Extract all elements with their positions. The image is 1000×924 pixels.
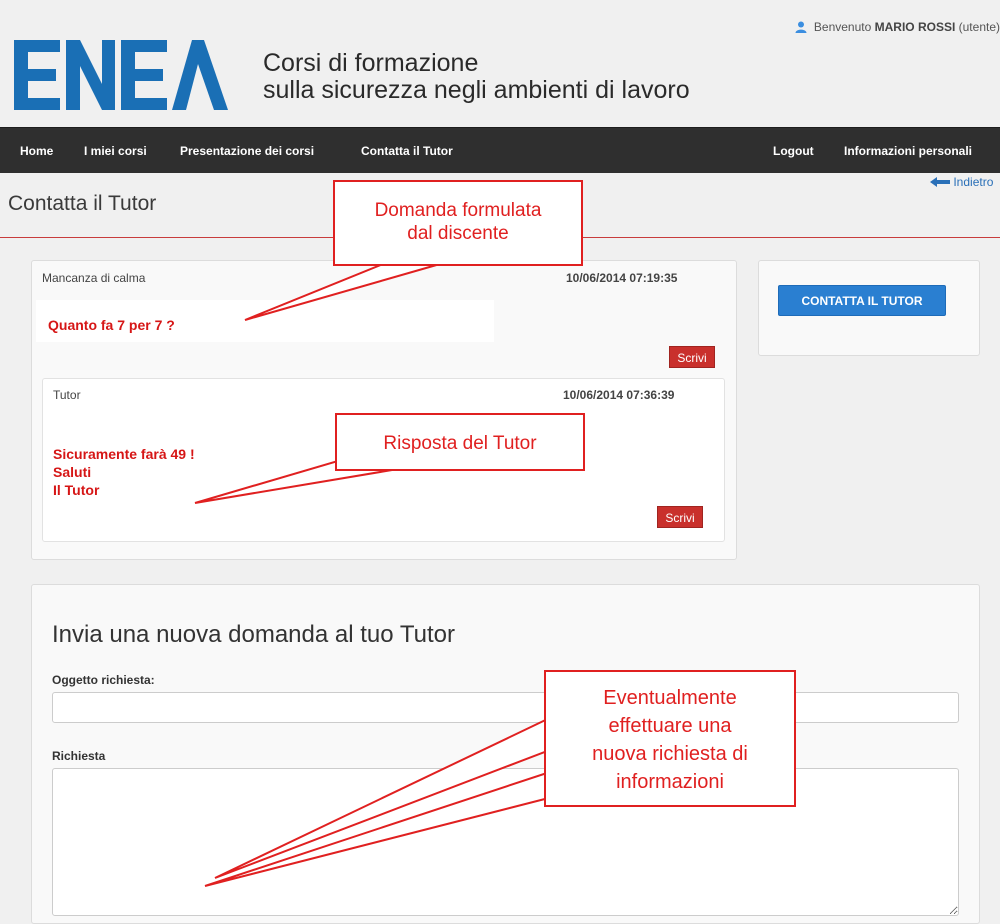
user-icon — [795, 21, 807, 33]
reply-line-1: Sicuramente farà 49 ! — [53, 446, 195, 462]
nav-home[interactable]: Home — [20, 128, 53, 174]
question-callout-line2: dal discente — [407, 223, 509, 244]
reply-callout-text: Risposta del Tutor — [383, 433, 537, 454]
reply-callout: Risposta del Tutor — [335, 413, 585, 471]
request-textarea[interactable] — [52, 768, 959, 916]
nav-courses-presentation[interactable]: Presentazione dei corsi — [180, 128, 314, 174]
subject-input[interactable] — [52, 692, 959, 723]
welcome-message: Benvenuto MARIO ROSSI (utente) — [794, 20, 1000, 34]
nav-contact-tutor[interactable]: Contatta il Tutor — [361, 128, 453, 174]
user-role: (utente) — [958, 20, 1000, 34]
question-subject: Mancanza di calma — [42, 271, 146, 285]
nav-logout[interactable]: Logout — [773, 128, 814, 174]
question-callout-line1: Domanda formulata — [374, 200, 542, 221]
request-callout-line1: Eventualmente — [603, 687, 737, 709]
reply-date: 10/06/2014 07:36:39 — [563, 388, 675, 402]
user-name: MARIO ROSSI — [874, 20, 956, 34]
form-title: Invia una nuova domanda al tuo Tutor — [52, 621, 455, 648]
question-callout: Domanda formulata dal discente — [333, 180, 583, 266]
question-body: Quanto fa 7 per 7 ? — [36, 300, 494, 342]
enea-logo — [14, 40, 228, 110]
back-link[interactable]: Indietro — [930, 175, 993, 189]
reply-author: Tutor — [53, 388, 81, 402]
main-navbar: Home I miei corsi Presentazione dei cors… — [0, 127, 1000, 173]
page-title: Contatta il Tutor — [8, 192, 157, 215]
reply-line-2: Saluti — [53, 464, 92, 480]
request-callout: Eventualmente effettuare una nuova richi… — [544, 670, 796, 807]
nav-my-courses[interactable]: I miei corsi — [84, 128, 147, 174]
question-text: Quanto fa 7 per 7 ? — [48, 317, 175, 333]
request-label: Richiesta — [52, 749, 106, 763]
nav-personal-info[interactable]: Informazioni personali — [844, 128, 972, 174]
site-title-line1: Corsi di formazione — [263, 49, 479, 77]
welcome-prefix: Benvenuto — [813, 20, 872, 34]
request-callout-line4: informazioni — [616, 771, 724, 793]
question-date: 10/06/2014 07:19:35 — [566, 271, 678, 285]
question-write-button[interactable]: Scrivi — [669, 346, 715, 368]
contact-tutor-button[interactable]: CONTATTA IL TUTOR — [778, 285, 946, 316]
site-title: Corsi di formazione sulla sicurezza negl… — [263, 50, 690, 104]
arrow-left-icon — [930, 177, 950, 187]
request-callout-line2: effettuare una — [608, 715, 732, 737]
reply-write-button[interactable]: Scrivi — [657, 506, 703, 528]
subject-label: Oggetto richiesta: — [52, 673, 155, 687]
site-title-line2: sulla sicurezza negli ambienti di lavoro — [263, 76, 690, 104]
back-label: Indietro — [953, 175, 994, 189]
request-callout-line3: nuova richiesta di — [592, 743, 748, 765]
reply-line-3: Il Tutor — [53, 482, 100, 498]
